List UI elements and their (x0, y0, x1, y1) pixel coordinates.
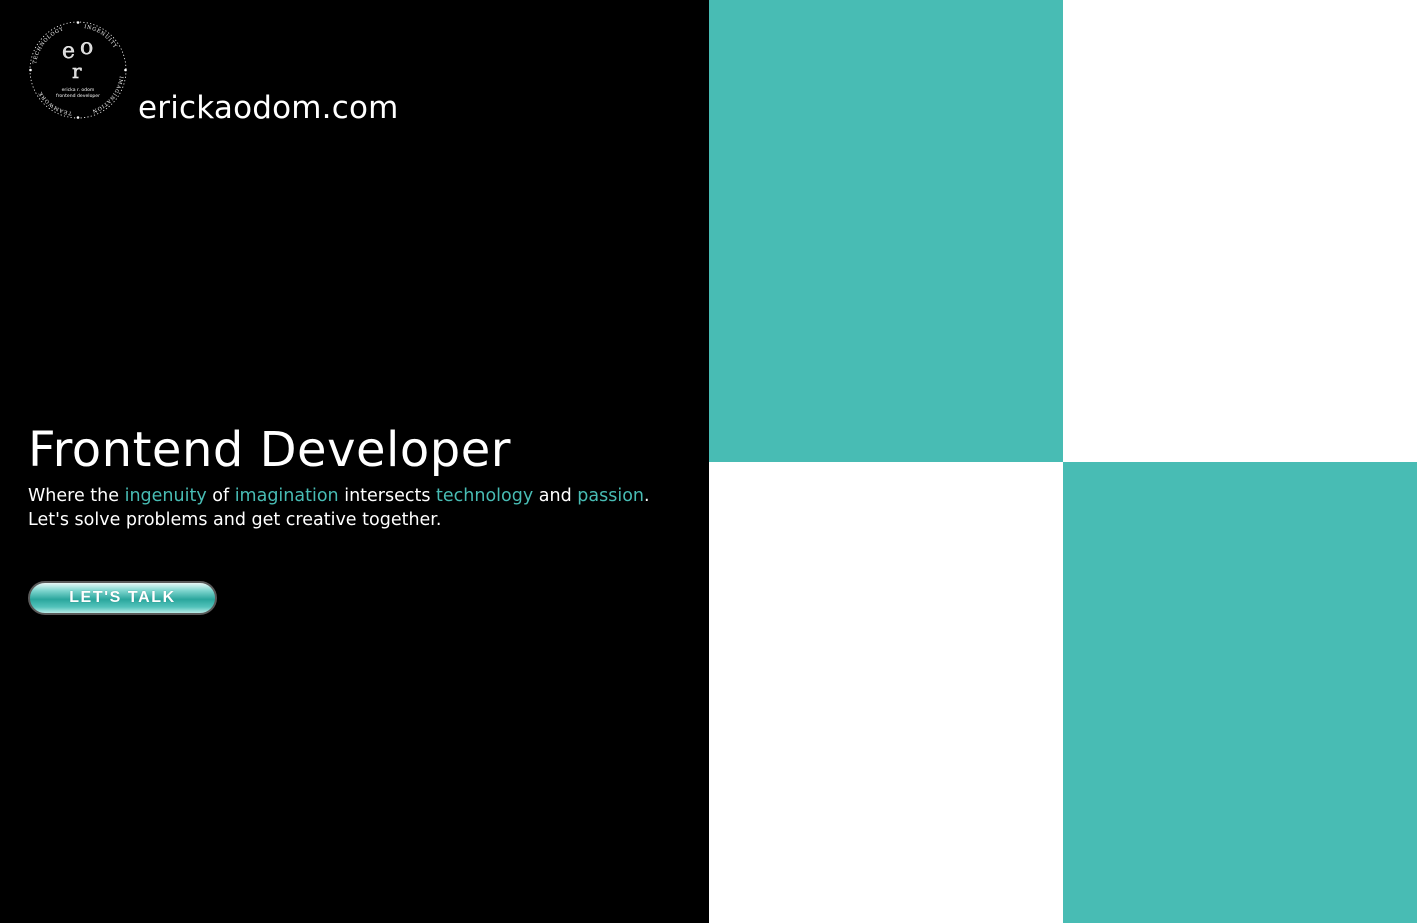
tagline-highlight-imagination: imagination (234, 486, 339, 506)
tagline-text: of (206, 486, 235, 506)
tile-top-left (709, 0, 1063, 462)
logo-badge-icon: TECHNOLOGY INGENUITY TEAMWORK IMAGINATIO… (29, 21, 127, 119)
tagline-text: Where the (28, 486, 125, 506)
tagline-line-2: Let's solve problems and get creative to… (28, 510, 442, 530)
svg-text:r: r (72, 59, 82, 83)
tagline-text: intersects (338, 486, 437, 506)
tagline-text: and (533, 486, 578, 506)
svg-text:frontend developer: frontend developer (56, 93, 100, 99)
tile-bottom-left (709, 462, 1063, 923)
lets-talk-button[interactable]: LET'S TALK (28, 581, 217, 615)
svg-text:o: o (80, 35, 93, 60)
left-panel: TECHNOLOGY INGENUITY TEAMWORK IMAGINATIO… (0, 0, 709, 923)
tagline-highlight-technology: technology (436, 486, 534, 506)
hero-tagline: Where the ingenuity of imagination inter… (28, 484, 688, 532)
logo[interactable]: TECHNOLOGY INGENUITY TEAMWORK IMAGINATIO… (28, 20, 128, 120)
svg-text:ericka r. odom: ericka r. odom (62, 87, 95, 93)
decorative-tile-grid (709, 0, 1417, 923)
tagline-text: . (644, 486, 650, 506)
tagline-highlight-ingenuity: ingenuity (124, 486, 207, 506)
page: TECHNOLOGY INGENUITY TEAMWORK IMAGINATIO… (0, 0, 1417, 923)
hero-title: Frontend Developer (28, 422, 511, 478)
tile-top-right (1063, 0, 1417, 462)
tile-bottom-right (1063, 462, 1417, 923)
tagline-highlight-passion: passion (577, 486, 645, 506)
site-name[interactable]: erickaodom.com (138, 90, 399, 126)
